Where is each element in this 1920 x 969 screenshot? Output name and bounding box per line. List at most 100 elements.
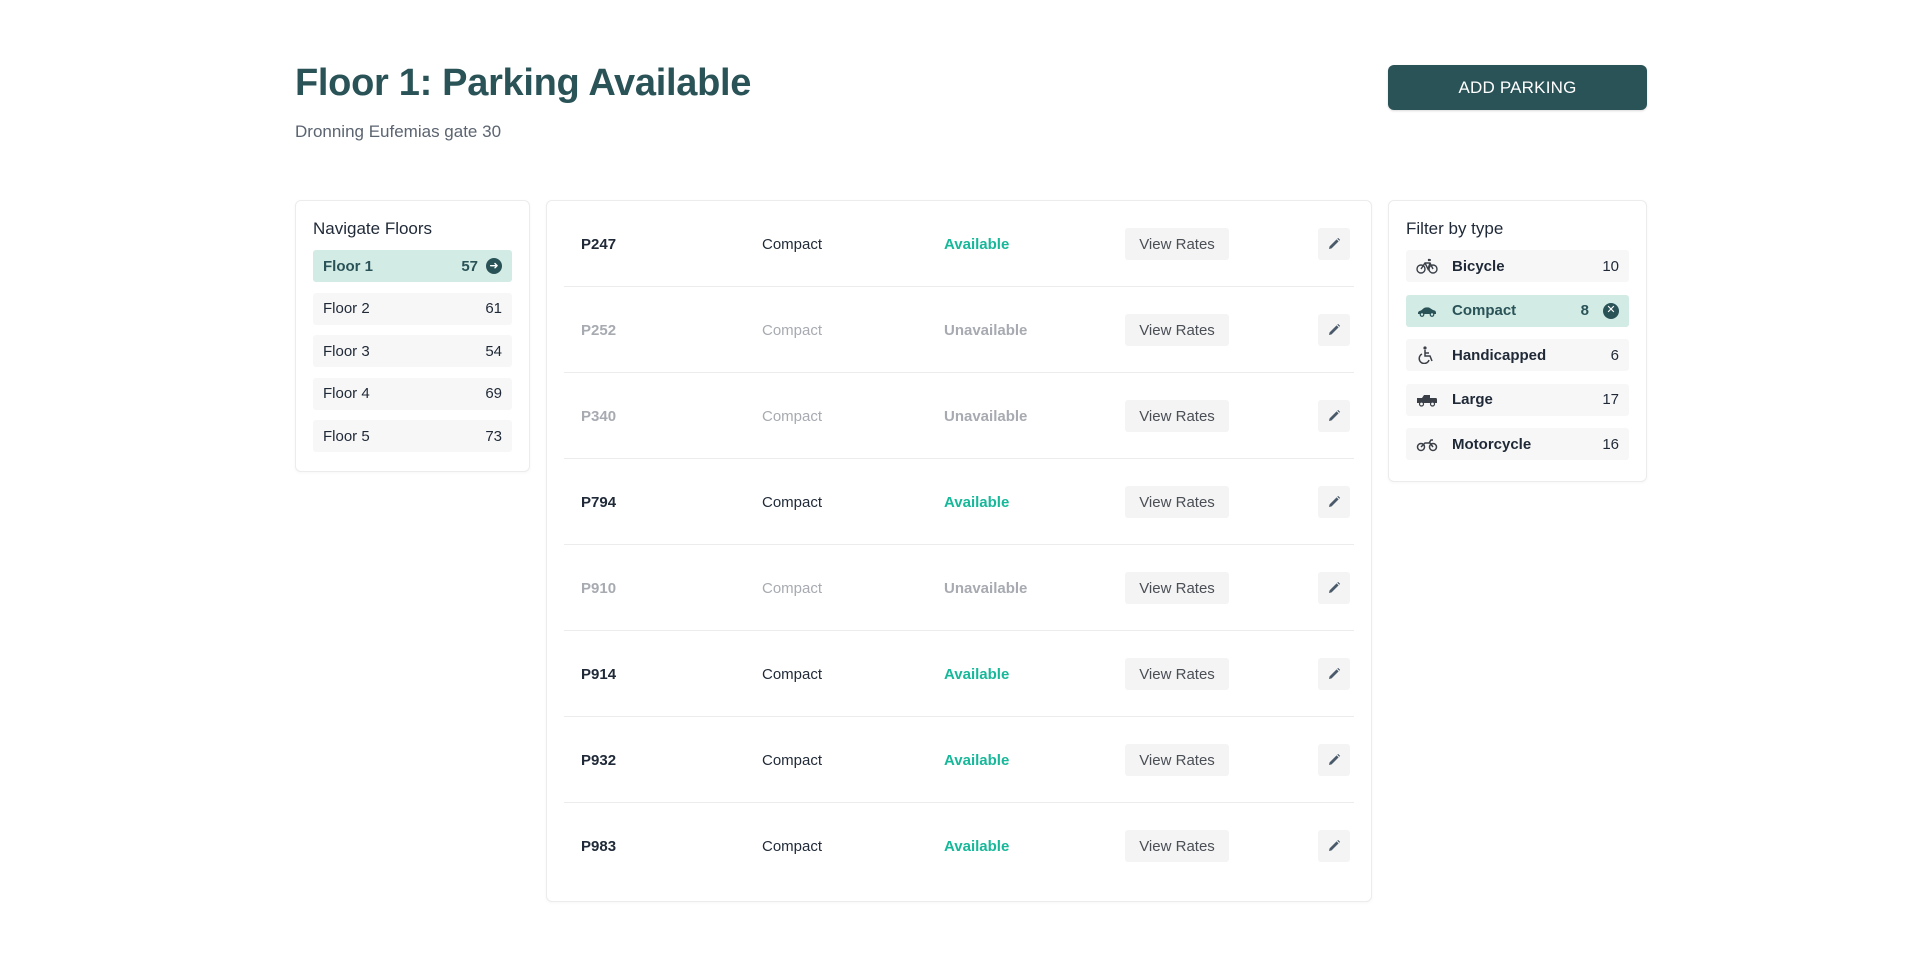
edit-button[interactable]	[1318, 228, 1350, 260]
pencil-icon	[1329, 753, 1341, 765]
car-icon	[1416, 303, 1438, 319]
view-rates-button[interactable]: View Rates	[1125, 572, 1229, 604]
view-rates-button[interactable]: View Rates	[1125, 744, 1229, 776]
pencil-icon	[1329, 409, 1341, 421]
spot-status: Available	[944, 751, 1010, 769]
spot-status: Unavailable	[944, 407, 1028, 425]
clear-filter-icon[interactable]: ✕	[1603, 302, 1619, 319]
floor-count: 73	[485, 427, 502, 445]
floor-item-3[interactable]: Floor 3 54	[313, 335, 512, 367]
pencil-icon	[1329, 839, 1341, 851]
spot-status: Unavailable	[944, 579, 1028, 597]
floor-item-1[interactable]: Floor 1 57 ➜	[313, 250, 512, 282]
spot-type: Compact	[762, 407, 823, 425]
filter-count: 8	[1580, 302, 1589, 319]
edit-button[interactable]	[1318, 314, 1350, 346]
truck-icon	[1416, 392, 1438, 408]
spot-type: Compact	[762, 579, 823, 597]
floor-count: 61	[485, 300, 502, 317]
edit-button[interactable]	[1318, 830, 1350, 862]
floor-item-5[interactable]: Floor 5 73	[313, 420, 512, 452]
view-rates-button[interactable]: View Rates	[1125, 228, 1229, 260]
spot-id: P983	[581, 837, 617, 855]
filter-count: 16	[1602, 435, 1619, 453]
parking-row: P983 Compact Available View Rates	[564, 803, 1354, 889]
pencil-icon	[1329, 495, 1341, 507]
spot-status: Available	[944, 235, 1010, 253]
bicycle-icon	[1416, 258, 1438, 274]
parking-row: P910 Compact Unavailable View Rates	[564, 545, 1354, 631]
page: Floor 1: Parking Available Dronning Eufe…	[0, 0, 1920, 969]
view-rates-button[interactable]: View Rates	[1125, 830, 1229, 862]
spot-id: P252	[581, 321, 617, 339]
floor-label: Floor 2	[323, 300, 370, 317]
page-subtitle: Dronning Eufemias gate 30	[295, 122, 502, 141]
filter-label: Handicapped	[1452, 346, 1547, 364]
floor-list: Floor 1 57 ➜ Floor 2 61 Floor 3 54 Floor	[313, 250, 512, 452]
filter-item-large[interactable]: Large 17	[1406, 383, 1629, 416]
spot-type: Compact	[762, 751, 823, 769]
spot-status: Available	[944, 493, 1010, 511]
parking-row: P914 Compact Available View Rates	[564, 631, 1354, 717]
view-rates-button[interactable]: View Rates	[1125, 314, 1229, 346]
filter-heading: Filter by type	[1406, 219, 1504, 238]
spot-id: P340	[581, 407, 617, 425]
parking-list-card: P247 Compact Available View Rates P252 Compac…	[546, 200, 1372, 902]
wheelchair-icon	[1416, 346, 1438, 364]
filter-item-bicycle[interactable]: Bicycle 10	[1406, 250, 1629, 282]
add-parking-button[interactable]: ADD PARKING	[1388, 65, 1647, 110]
pencil-icon	[1329, 237, 1341, 249]
spot-type: Compact	[762, 665, 823, 683]
spot-id: P932	[581, 751, 617, 769]
spot-id: P910	[581, 579, 617, 597]
spot-status: Available	[944, 665, 1010, 683]
pencil-icon	[1329, 581, 1341, 593]
filter-item-handicapped[interactable]: Handicapped 6	[1406, 339, 1629, 371]
filter-label: Large	[1452, 391, 1493, 408]
filter-count: 10	[1602, 257, 1619, 275]
motorcycle-icon	[1416, 436, 1438, 452]
view-rates-button[interactable]: View Rates	[1125, 658, 1229, 690]
floor-item-2[interactable]: Floor 2 61	[313, 292, 512, 325]
view-rates-button[interactable]: View Rates	[1125, 400, 1229, 432]
parking-row: P932 Compact Available View Rates	[564, 717, 1354, 803]
parking-rows: P247 Compact Available View Rates P252 Compac…	[564, 201, 1354, 889]
filter-label: Motorcycle	[1452, 435, 1532, 453]
spot-type: Compact	[762, 235, 823, 253]
edit-button[interactable]	[1318, 572, 1350, 604]
spot-type: Compact	[762, 837, 823, 855]
pencil-icon	[1329, 323, 1341, 335]
spot-status: Unavailable	[944, 321, 1028, 339]
parking-row: P252 Compact Unavailable View Rates	[564, 287, 1354, 373]
spot-type: Compact	[762, 321, 823, 339]
pencil-icon	[1329, 667, 1341, 679]
floor-label: Floor 5	[323, 427, 370, 445]
spot-status: Available	[944, 837, 1010, 855]
filter-count: 17	[1602, 391, 1619, 408]
spot-type: Compact	[762, 493, 823, 511]
filter-card: Filter by type Bicycle 10 Compact 8 ✕ Ha…	[1388, 200, 1647, 482]
filter-item-compact[interactable]: Compact 8 ✕	[1406, 294, 1629, 327]
filter-item-motorcycle[interactable]: Motorcycle 16	[1406, 428, 1629, 460]
spot-id: P914	[581, 665, 617, 683]
spot-id: P794	[581, 493, 617, 511]
floor-label: Floor 4	[323, 385, 370, 402]
page-title: Floor 1: Parking Available	[295, 62, 752, 104]
view-rates-button[interactable]: View Rates	[1125, 486, 1229, 518]
edit-button[interactable]	[1318, 486, 1350, 518]
floors-card: Navigate Floors Floor 1 57 ➜ Floor 2 61 …	[295, 200, 530, 472]
edit-button[interactable]	[1318, 744, 1350, 776]
edit-button[interactable]	[1318, 400, 1350, 432]
parking-row: P794 Compact Available View Rates	[564, 459, 1354, 545]
floor-item-4[interactable]: Floor 4 69	[313, 377, 512, 410]
edit-button[interactable]	[1318, 658, 1350, 690]
floors-heading: Navigate Floors	[313, 219, 433, 238]
arrow-right-icon: ➜	[486, 258, 502, 274]
parking-row: P247 Compact Available View Rates	[564, 201, 1354, 287]
filter-label: Compact	[1452, 302, 1517, 319]
floor-count: 69	[485, 385, 502, 402]
spot-id: P247	[581, 235, 617, 253]
parking-row: P340 Compact Unavailable View Rates	[564, 373, 1354, 459]
filter-label: Bicycle	[1452, 257, 1505, 275]
floor-label: Floor 3	[323, 342, 370, 360]
